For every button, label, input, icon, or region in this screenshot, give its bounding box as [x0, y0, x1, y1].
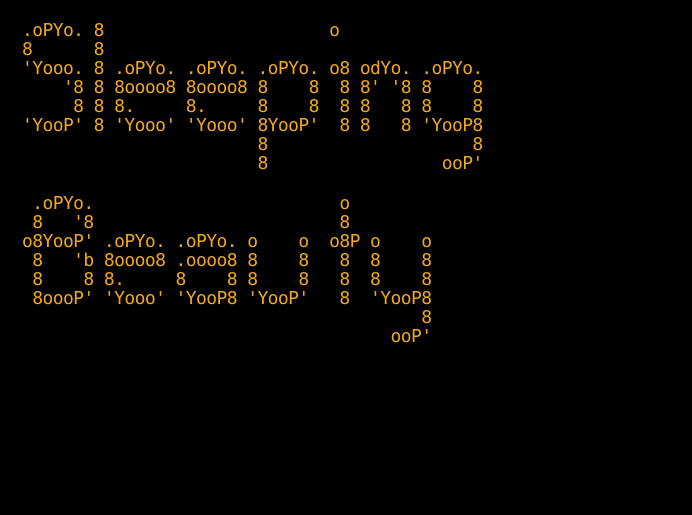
ascii-banner-beauty: .oPYo. o 8 '8 8 o8YooP' .oPYo. .oPYo. o …: [22, 193, 432, 347]
ascii-banner-sleeping: .oPYo. 8 o 8 8 'Yooo. 8 .oPYo. .oPYo. .o…: [22, 20, 483, 174]
terminal-window[interactable]: .oPYo. 8 o 8 8 'Yooo. 8 .oPYo. .oPYo. .o…: [0, 0, 692, 515]
